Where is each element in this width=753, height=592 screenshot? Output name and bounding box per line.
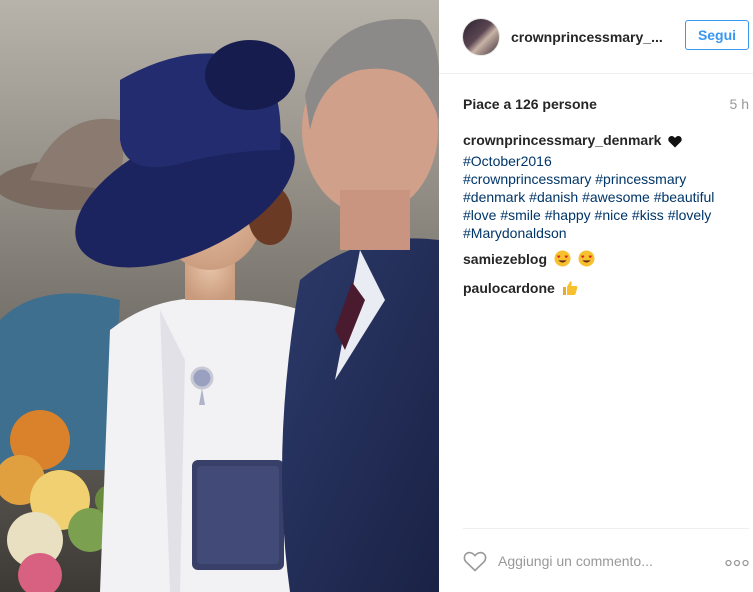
heart-outline-icon[interactable] bbox=[463, 550, 487, 572]
thumbs-up-icon bbox=[562, 280, 578, 300]
caption-username[interactable]: crownprincessmary_denmark bbox=[463, 132, 661, 148]
comment-username[interactable]: samiezeblog bbox=[463, 251, 547, 267]
comment-bar bbox=[463, 528, 749, 592]
hashtag-link[interactable]: #October2016 bbox=[463, 153, 552, 169]
follow-button[interactable]: Segui bbox=[685, 20, 749, 50]
hashtag-link[interactable]: #denmark bbox=[463, 189, 525, 205]
hashtag-link[interactable]: #smile bbox=[500, 207, 540, 223]
post-time[interactable]: 5 h bbox=[730, 96, 749, 112]
hashtag-list: #October2016 #crownprincessmary #princes… bbox=[463, 153, 714, 241]
hashtag-link[interactable]: #lovely bbox=[668, 207, 712, 223]
hashtag-link[interactable]: #danish bbox=[529, 189, 578, 205]
comment-username[interactable]: paulocardone bbox=[463, 280, 555, 296]
hashtag-link[interactable]: #nice bbox=[595, 207, 628, 223]
caption-body: crownprincessmary_denmark #October2016 #… bbox=[463, 131, 749, 242]
hashtag-link[interactable]: #princessmary bbox=[595, 171, 686, 187]
black-heart-icon bbox=[668, 134, 683, 152]
hashtag-link[interactable]: #Marydonaldson bbox=[463, 225, 567, 241]
caption: crownprincessmary_denmark #October2016 #… bbox=[463, 131, 749, 300]
comment-item: paulocardone bbox=[463, 279, 749, 300]
heart-eyes-icon bbox=[554, 250, 571, 271]
likes-count[interactable]: Piace a 126 persone bbox=[463, 96, 597, 112]
post-header: crownprincessmary_... Segui bbox=[439, 0, 753, 74]
comment-item: samiezeblog bbox=[463, 250, 749, 271]
hashtag-link[interactable]: #kiss bbox=[632, 207, 664, 223]
hashtag-link[interactable]: #awesome bbox=[582, 189, 650, 205]
post-side-panel: crownprincessmary_... Segui Piace a 126 … bbox=[439, 0, 753, 592]
hashtag-link[interactable]: #love bbox=[463, 207, 496, 223]
more-options-icon[interactable] bbox=[725, 554, 749, 572]
avatar[interactable] bbox=[462, 17, 500, 56]
heart-eyes-icon bbox=[578, 250, 595, 271]
hashtag-link[interactable]: #crownprincessmary bbox=[463, 171, 591, 187]
comment-input[interactable] bbox=[498, 552, 713, 569]
header-username[interactable]: crownprincessmary_... bbox=[511, 29, 663, 45]
post-photo[interactable] bbox=[0, 0, 439, 592]
likes-row: Piace a 126 persone 5 h bbox=[463, 94, 749, 114]
photo-illustration bbox=[0, 0, 439, 592]
hashtag-link[interactable]: #happy bbox=[545, 207, 591, 223]
hashtag-link[interactable]: #beautiful bbox=[654, 189, 715, 205]
